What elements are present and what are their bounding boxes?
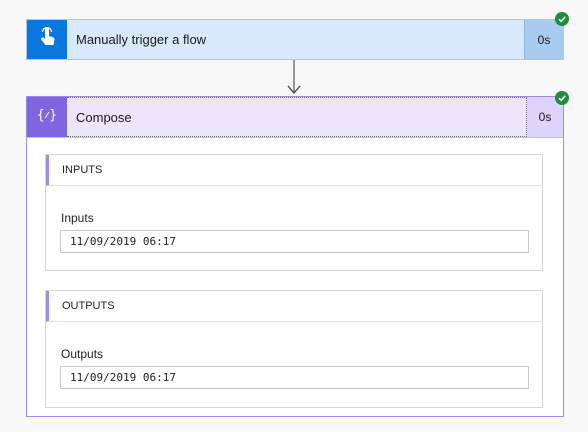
trigger-icon-box [27, 20, 67, 59]
outputs-label: Outputs [61, 347, 104, 361]
outputs-section-title: OUTPUTS [46, 291, 542, 322]
trigger-card[interactable]: Manually trigger a flow 0s [26, 19, 564, 60]
success-check-icon [555, 12, 569, 26]
outputs-section: OUTPUTS Outputs 11/09/2019 06:17 [45, 290, 543, 408]
outputs-value[interactable]: 11/09/2019 06:17 [60, 366, 529, 389]
inputs-section: INPUTS Inputs 11/09/2019 06:17 [45, 154, 543, 271]
inputs-section-title: INPUTS [46, 155, 542, 186]
inputs-value[interactable]: 11/09/2019 06:17 [60, 230, 529, 253]
success-check-icon [555, 91, 569, 105]
compose-icon-box: { } [27, 97, 67, 137]
compose-card: { } Compose 0s INPUTS Inputs 11/09/2019 … [26, 96, 564, 417]
connector-arrow [287, 60, 301, 95]
compose-braces-icon: { } [36, 104, 58, 131]
compose-header[interactable]: { } Compose 0s [27, 97, 563, 138]
inputs-label: Inputs [61, 211, 94, 225]
trigger-title[interactable]: Manually trigger a flow [67, 20, 524, 59]
touch-hand-icon [36, 26, 58, 53]
compose-title[interactable]: Compose [67, 97, 527, 137]
trigger-duration: 0s [524, 20, 563, 59]
